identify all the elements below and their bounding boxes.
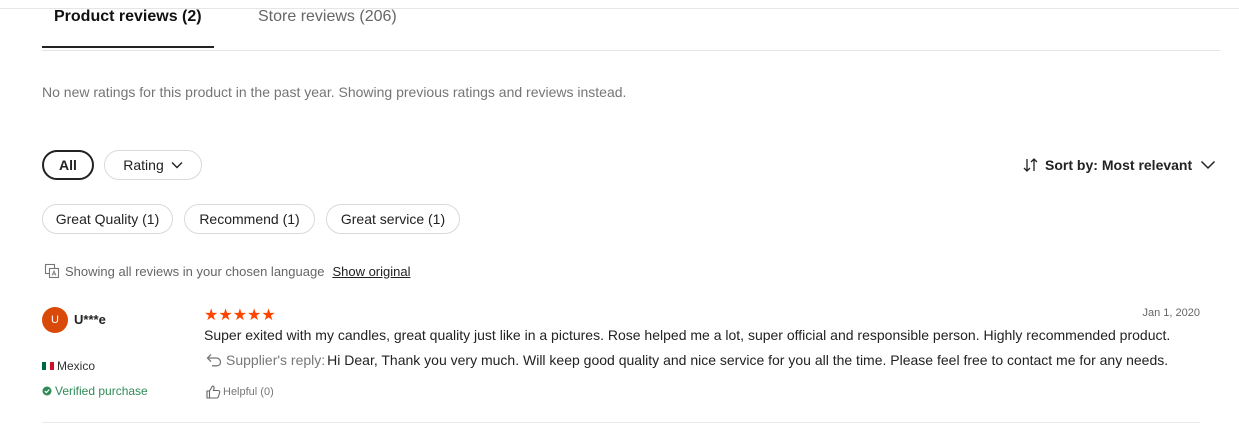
helpful-button[interactable]: Helpful (0) xyxy=(206,385,274,399)
avatar: U xyxy=(42,307,68,333)
tag-label: Recommend (1) xyxy=(199,211,300,227)
tag-recommend[interactable]: Recommend (1) xyxy=(184,204,315,234)
filter-rating-dropdown[interactable]: Rating xyxy=(104,150,202,180)
sort-arrows-icon xyxy=(1023,158,1038,172)
helpful-label: Helpful (0) xyxy=(223,386,274,398)
review-text: Super exited with my candles, great qual… xyxy=(204,327,1171,343)
language-note-text: Showing all reviews in your chosen langu… xyxy=(65,263,325,279)
reviewer-name: U***e xyxy=(74,312,106,327)
filter-all-label: All xyxy=(59,157,77,173)
translate-icon xyxy=(44,263,60,279)
language-note: Showing all reviews in your chosen langu… xyxy=(44,263,410,279)
filter-all-button[interactable]: All xyxy=(42,150,94,180)
tag-label: Great Quality (1) xyxy=(55,211,160,227)
filter-rating-label: Rating xyxy=(123,157,164,173)
check-badge-icon xyxy=(42,386,52,396)
reviewer-country: Mexico xyxy=(42,359,95,373)
sort-prefix: Sort by: xyxy=(1045,157,1098,173)
no-new-ratings-notice: No new ratings for this product in the p… xyxy=(42,84,627,100)
supplier-reply: Supplier's reply: Hi Dear, Thank you ver… xyxy=(206,352,1168,368)
tag-label: Great service (1) xyxy=(340,211,446,227)
supplier-reply-text: Hi Dear, Thank you very much. Will keep … xyxy=(327,352,1169,368)
show-original-link[interactable]: Show original xyxy=(332,264,410,279)
sort-dropdown[interactable]: Sort by: Most relevant xyxy=(1022,157,1216,173)
tag-great-service[interactable]: Great service (1) xyxy=(326,204,460,234)
tab-store-reviews[interactable]: Store reviews (206) xyxy=(258,8,397,26)
chevron-down-icon xyxy=(171,162,183,169)
country-label: Mexico xyxy=(57,359,96,373)
sort-value: Most relevant xyxy=(1101,157,1193,173)
star-rating: ★★★★★ xyxy=(204,307,276,324)
mexico-flag-icon xyxy=(42,362,54,370)
chevron-down-icon xyxy=(1201,160,1216,170)
avatar-initial: U xyxy=(51,314,59,326)
review-divider xyxy=(42,422,1200,423)
active-tab-indicator xyxy=(42,46,214,48)
review-date: Jan 1, 2020 xyxy=(1142,307,1201,319)
tag-great-quality[interactable]: Great Quality (1) xyxy=(42,204,173,234)
reply-arrow-icon xyxy=(206,354,222,367)
verified-label: Verified purchase xyxy=(55,384,148,398)
verified-purchase-badge: Verified purchase xyxy=(42,384,148,398)
review-tabs: Product reviews (2) Store reviews (206) xyxy=(42,0,1220,51)
thumbs-up-icon xyxy=(206,385,221,399)
tab-product-reviews[interactable]: Product reviews (2) xyxy=(54,8,202,26)
supplier-reply-label: Supplier's reply: xyxy=(226,352,326,368)
